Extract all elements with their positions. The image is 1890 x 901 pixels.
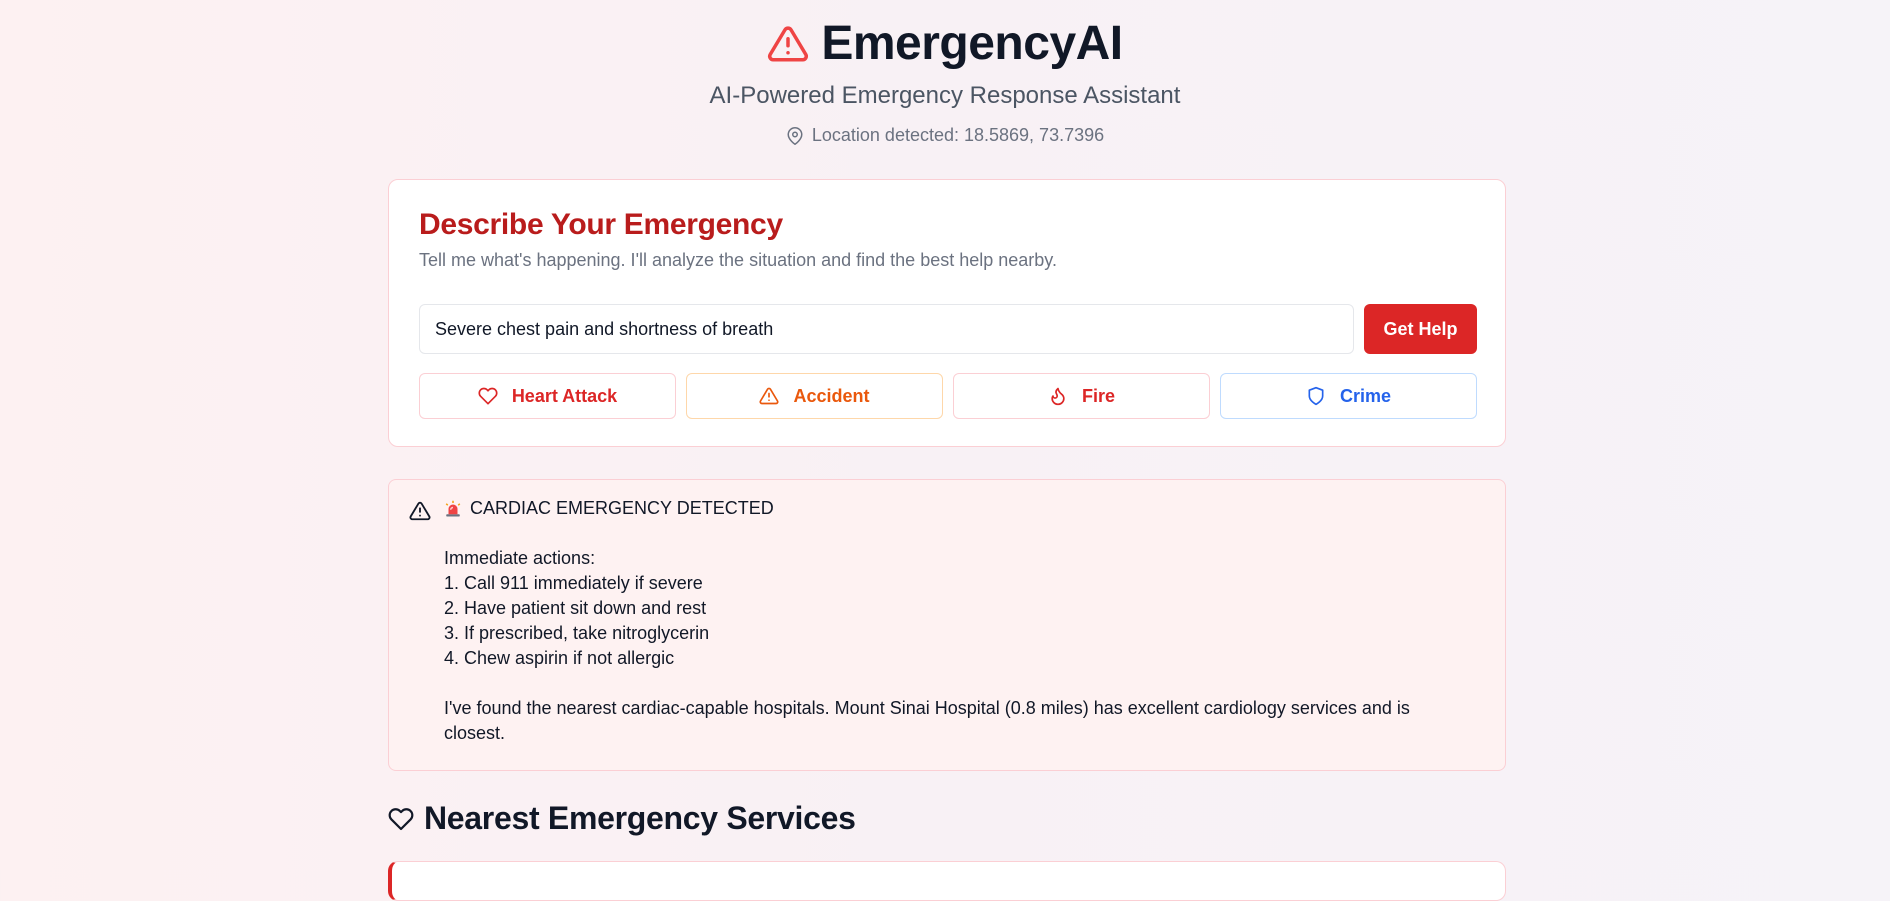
alert-triangle-icon xyxy=(768,26,809,62)
fire-label: Fire xyxy=(1081,385,1115,406)
app-subtitle: AI-Powered Emergency Response Assistant xyxy=(709,82,1181,109)
heart-icon xyxy=(388,807,414,830)
actions-title: Immediate actions: xyxy=(444,548,596,568)
emergency-form-card: Describe Your Emergency Tell me what's h… xyxy=(388,179,1506,447)
siren-icon xyxy=(445,500,461,516)
service-card[interactable] xyxy=(388,861,1506,901)
flame-icon xyxy=(1051,387,1065,406)
quick-buttons: Heart Attack Accident Fire Crime xyxy=(419,373,1477,419)
emergency-input[interactable] xyxy=(419,304,1354,354)
emergency-alert: CARDIAC EMERGENCY DETECTED Immediate act… xyxy=(388,479,1506,771)
form-description: Tell me what's happening. I'll analyze t… xyxy=(419,250,1057,270)
location-status: Location detected: 18.5869, 73.7396 xyxy=(0,125,1890,146)
get-help-button[interactable]: Get Help xyxy=(1364,304,1477,354)
app-title: EmergencyAI xyxy=(821,17,1123,70)
fire-button[interactable]: Fire xyxy=(953,373,1210,419)
form-title: Describe Your Emergency xyxy=(419,208,783,241)
heart-icon xyxy=(478,387,498,405)
action-item: 4. Chew aspirin if not allergic xyxy=(444,648,675,668)
alert-heading: CARDIAC EMERGENCY DETECTED xyxy=(444,496,1465,521)
action-item: 2. Have patient sit down and rest xyxy=(444,598,707,618)
input-row: Get Help xyxy=(419,304,1477,354)
alert-heading-text: CARDIAC EMERGENCY DETECTED xyxy=(470,498,774,518)
heart-attack-button[interactable]: Heart Attack xyxy=(419,373,676,419)
services-heading: Nearest Emergency Services xyxy=(388,800,856,837)
crime-label: Crime xyxy=(1339,385,1392,406)
alert-body: CARDIAC EMERGENCY DETECTED Immediate act… xyxy=(444,496,1465,746)
location-text: Location detected: 18.5869, 73.7396 xyxy=(811,125,1105,145)
heart-attack-label: Heart Attack xyxy=(511,385,618,406)
alert-triangle-icon xyxy=(409,501,431,521)
action-item: 3. If prescribed, take nitroglycerin xyxy=(444,623,710,643)
accident-label: Accident xyxy=(793,385,870,406)
shield-icon xyxy=(1308,386,1324,406)
alert-summary: I've found the nearest cardiac-capable h… xyxy=(444,698,1410,743)
crime-button[interactable]: Crime xyxy=(1220,373,1477,419)
alert-triangle-icon xyxy=(759,387,779,405)
services-heading-text: Nearest Emergency Services xyxy=(424,800,856,836)
brand: EmergencyAI xyxy=(0,18,1890,70)
accident-button[interactable]: Accident xyxy=(686,373,943,419)
map-pin-icon xyxy=(787,126,803,145)
action-item: 1. Call 911 immediately if severe xyxy=(444,573,703,593)
